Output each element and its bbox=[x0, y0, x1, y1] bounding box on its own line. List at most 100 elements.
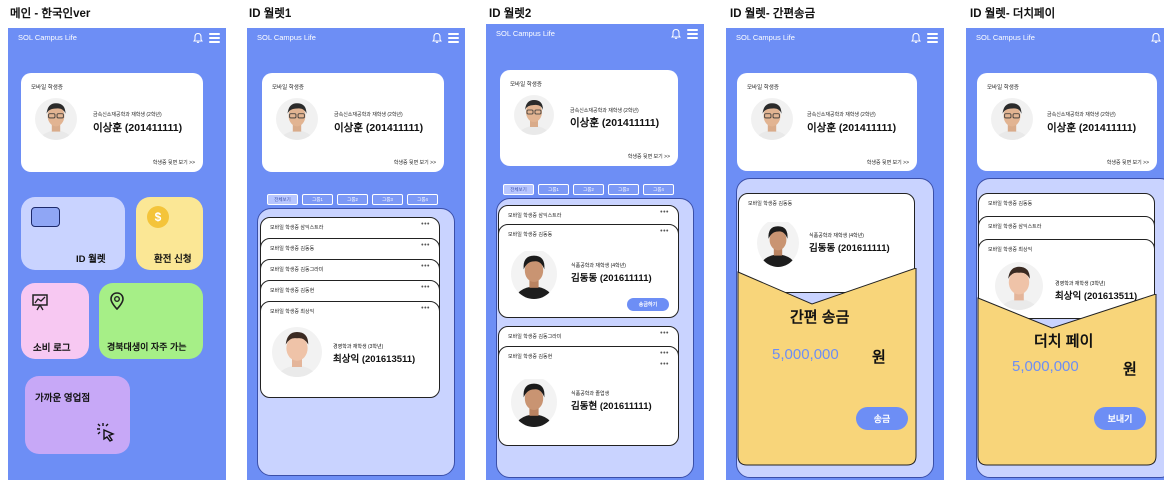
frame-title-remit: ID 월렛- 간편송금 bbox=[730, 8, 816, 20]
more-icon[interactable]: ••• bbox=[421, 263, 430, 270]
tab-group4[interactable]: 그룹4 bbox=[643, 184, 674, 195]
tab-group2[interactable]: 그룹2 bbox=[337, 194, 368, 205]
location-pin-icon bbox=[110, 292, 124, 310]
card-title: 모바일 학생증 김동그라미 bbox=[270, 267, 324, 273]
nearby-branch-label: 가까운 영업점 bbox=[35, 393, 91, 404]
dutch-title: 더치 페이 bbox=[1034, 333, 1094, 350]
card-name: 김동현 (201611111) bbox=[571, 401, 652, 412]
more-icon[interactable]: ••• bbox=[660, 350, 669, 357]
student-photo bbox=[757, 219, 799, 267]
app-brand: SOL Campus Life bbox=[257, 33, 316, 42]
app-brand: SOL Campus Life bbox=[496, 29, 555, 38]
spending-log-tile[interactable]: 소비 로그 bbox=[21, 283, 89, 359]
bell-icon[interactable] bbox=[192, 32, 204, 44]
group-tabs: 전체보기 그룹1 그룹2 그룹3 그룹4 bbox=[267, 194, 438, 205]
view-back-link[interactable]: 학생증 뒷면 보기 >> bbox=[394, 159, 436, 166]
tab-group1[interactable]: 그룹1 bbox=[302, 194, 333, 205]
frequent-places-tile[interactable]: 경북대생이 자주 가는 bbox=[99, 283, 203, 359]
card-title: 모바일 학생증 김동동 bbox=[508, 232, 553, 238]
envelope-pocket bbox=[977, 294, 1157, 466]
phone-wallet2: SOL Campus Life 모바일 학생증 금속신소재공학과 재학생 (2학… bbox=[486, 24, 704, 480]
student-photo bbox=[276, 98, 318, 140]
top-bar: SOL Campus Life bbox=[486, 24, 704, 46]
top-bar: SOL Campus Life bbox=[726, 28, 944, 50]
menu-icon[interactable] bbox=[209, 33, 220, 43]
card-name: 김동동 (201611111) bbox=[571, 273, 652, 284]
student-photo bbox=[35, 98, 77, 140]
send-button[interactable]: 보내기 bbox=[1094, 407, 1146, 430]
student-id-card[interactable]: 모바일 학생증 금속신소재공학과 재학생 (2학년) 이상훈 (20141111… bbox=[737, 73, 917, 171]
card-title: 모바일 학생증 삼익스트라 bbox=[988, 224, 1042, 230]
more-icon[interactable]: ••• bbox=[660, 228, 669, 235]
tab-group2[interactable]: 그룹2 bbox=[573, 184, 604, 195]
more-icon[interactable]: ••• bbox=[421, 221, 430, 228]
more-icon[interactable]: ••• bbox=[660, 209, 669, 216]
card-label: 모바일 학생증 bbox=[272, 85, 304, 91]
bell-icon[interactable] bbox=[1150, 32, 1162, 44]
remit-button[interactable]: 송금하기 bbox=[627, 298, 669, 311]
more-icon[interactable]: ••• bbox=[421, 284, 430, 291]
frame-title-dutch: ID 월렛- 더치페이 bbox=[970, 8, 1056, 20]
card-dept: 식품공학과 졸업생 bbox=[571, 391, 610, 397]
tab-group3[interactable]: 그룹3 bbox=[372, 194, 403, 205]
group-tabs: 전체보기 그룹1 그룹2 그룹3 그룹4 bbox=[503, 184, 674, 195]
more-icon[interactable]: ••• bbox=[421, 305, 430, 312]
student-name: 이상훈 (201411111) bbox=[93, 122, 183, 134]
spending-log-label: 소비 로그 bbox=[33, 343, 71, 354]
wallet-card-featured[interactable]: 모바일 학생증 최상익 ••• 경영학과 재학생 (3학년) 최상익 (20161… bbox=[260, 301, 440, 398]
tab-group4[interactable]: 그룹4 bbox=[407, 194, 438, 205]
view-back-link[interactable]: 학생증 뒷면 보기 >> bbox=[1107, 159, 1149, 166]
nearby-branch-tile[interactable]: 가까운 영업점 bbox=[25, 376, 130, 454]
student-dept: 금속신소재공학과 재학생 (2학년) bbox=[807, 112, 876, 118]
more-icon[interactable]: ••• bbox=[421, 242, 430, 249]
student-dept: 금속신소재공학과 재학생 (2학년) bbox=[570, 108, 639, 114]
card-title: 모바일 학생증 김동동 bbox=[748, 201, 793, 207]
view-back-link[interactable]: 학생증 뒷면 보기 >> bbox=[867, 159, 909, 166]
amount-value[interactable]: 5,000,000 bbox=[1012, 358, 1079, 375]
student-name: 이상훈 (201411111) bbox=[570, 117, 660, 129]
top-bar: SOL Campus Life bbox=[247, 28, 465, 50]
wallet-icon bbox=[31, 207, 60, 227]
wallet-card-featured[interactable]: 모바일 학생증 김동동 ••• 식품공학과 재학생 (4학년) 김동동 (2016… bbox=[498, 224, 679, 318]
student-photo bbox=[511, 377, 557, 427]
wallet-card-featured[interactable]: 모바일 학생증 김동현 ••• ••• 식품공학과 졸업생 김동현 (201611… bbox=[498, 346, 679, 446]
tab-group1[interactable]: 그룹1 bbox=[538, 184, 569, 195]
more-icon[interactable]: ••• bbox=[660, 330, 669, 337]
frame-title-main: 메인 - 한국인ver bbox=[10, 8, 91, 20]
student-id-card[interactable]: 모바일 학생증 금속신소재공학과 재학생 (2학년) 이상훈 (20141111… bbox=[262, 73, 444, 172]
view-back-link[interactable]: 학생증 뒷면 보기 >> bbox=[153, 159, 195, 166]
menu-icon[interactable] bbox=[448, 33, 459, 43]
id-wallet-tile[interactable]: ID 월렛 bbox=[21, 197, 125, 270]
card-title: 모바일 학생증 김동현 bbox=[270, 288, 315, 294]
exchange-label: 환전 신청 bbox=[154, 254, 192, 265]
menu-icon[interactable] bbox=[687, 29, 698, 39]
student-photo bbox=[751, 98, 793, 140]
bell-icon[interactable] bbox=[431, 32, 443, 44]
student-id-card[interactable]: 모바일 학생증 금속신소재공학과 재학생 (2학년) 이상훈 (20141111… bbox=[500, 70, 678, 166]
student-name: 이상훈 (201411111) bbox=[334, 122, 424, 134]
student-id-card[interactable]: 모바일 학생증 금속신소재공학과 재학생 (2학년) 이상훈 (20141111… bbox=[21, 73, 203, 172]
phone-remit: SOL Campus Life 모바일 학생증 금속신소재공학과 재학생 (2학… bbox=[726, 28, 944, 480]
more-icon[interactable]: ••• bbox=[660, 361, 669, 368]
student-dept: 금속신소재공학과 재학생 (2학년) bbox=[334, 112, 403, 118]
click-cursor-icon bbox=[97, 423, 115, 442]
amount-value[interactable]: 5,000,000 bbox=[772, 346, 839, 363]
exchange-tile[interactable]: $ 환전 신청 bbox=[136, 197, 203, 270]
tab-all[interactable]: 전체보기 bbox=[267, 194, 298, 205]
bell-icon[interactable] bbox=[670, 28, 682, 40]
card-label: 모바일 학생증 bbox=[987, 85, 1019, 91]
view-back-link[interactable]: 학생증 뒷면 보기 >> bbox=[628, 153, 670, 160]
student-id-card[interactable]: 모바일 학생증 금속신소재공학과 재학생 (2학년) 이상훈 (20141111… bbox=[977, 73, 1157, 171]
card-dept: 식품공학과 재학생 (4학년) bbox=[809, 233, 864, 239]
bell-icon[interactable] bbox=[910, 32, 922, 44]
app-brand: SOL Campus Life bbox=[736, 33, 795, 42]
tab-group3[interactable]: 그룹3 bbox=[608, 184, 639, 195]
card-label: 모바일 학생증 bbox=[510, 82, 542, 88]
card-label: 모바일 학생증 bbox=[747, 85, 779, 91]
top-bar: SOL Campus Life bbox=[966, 28, 1164, 50]
send-button[interactable]: 송금 bbox=[856, 407, 908, 430]
menu-icon[interactable] bbox=[927, 33, 938, 43]
tab-all[interactable]: 전체보기 bbox=[503, 184, 534, 195]
chart-board-icon bbox=[32, 294, 48, 311]
card-name: 김동동 (201611111) bbox=[809, 243, 890, 254]
